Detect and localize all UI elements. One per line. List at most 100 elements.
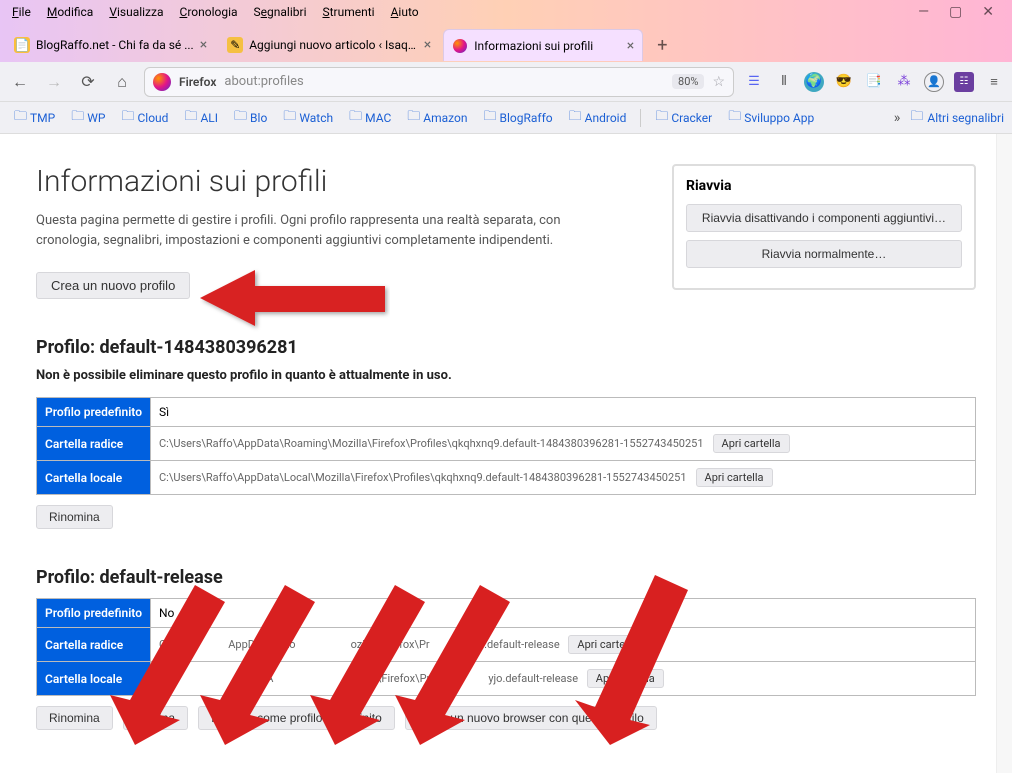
menu-help[interactable]: Aiuto (383, 3, 427, 21)
scrollbar[interactable] (996, 134, 1012, 773)
bookmark-cloud[interactable]: 🗀Cloud (115, 104, 174, 132)
profile-in-use-warning: Non è possibile eliminare questo profilo… (36, 368, 976, 383)
folder-icon: 🗀 (14, 107, 27, 129)
hamburger-menu-icon[interactable]: ≡ (984, 72, 1004, 92)
delete-profile-button[interactable]: Elimina (123, 706, 188, 730)
new-tab-button[interactable]: + (647, 35, 677, 56)
url-bar[interactable]: Firefox about:profiles 80% ☆ (144, 67, 734, 97)
bookmark-mac[interactable]: 🗀MAC (343, 104, 397, 132)
identity-firefox-icon (153, 73, 171, 91)
label-local-dir: Cartella locale (37, 461, 151, 495)
favicon-wp: ✎ (227, 37, 243, 53)
bookmark-blograffo[interactable]: 🗀BlogRaffo (478, 104, 559, 132)
tab-title-1: Aggiungi nuovo articolo ‹ Isaqu... (249, 38, 418, 52)
bookmarks-overflow[interactable]: » (888, 107, 907, 129)
folder-icon: 🗀 (728, 107, 741, 129)
value-local-dir: C:\Users\Raffo\AppData\Local\Mozilla\Fir… (151, 461, 976, 495)
rename-profile-button[interactable]: Rinomina (36, 505, 113, 529)
restart-safe-mode-button[interactable]: Riavvia disattivando i componenti aggiun… (686, 204, 962, 232)
menu-history[interactable]: Cronologia (172, 3, 246, 21)
menu-tools[interactable]: Strumenti (314, 3, 382, 21)
profile-table: Profilo predefinito No Cartella radice C… (36, 598, 976, 696)
rename-profile-button[interactable]: Rinomina (36, 706, 113, 730)
bookmark-ali[interactable]: 🗀ALI (178, 104, 224, 132)
tab-close-icon[interactable]: × (200, 37, 207, 53)
ext-account-icon[interactable]: 👤 (924, 72, 944, 92)
close-window-icon[interactable]: ✕ (982, 4, 994, 20)
ext-avatar-icon[interactable]: 🌍 (804, 72, 824, 92)
menu-bar: File Modifica Visualizza Cronologia Segn… (0, 0, 1012, 24)
value-local-dir: XXXXXXXXXXXXXXo\AXXXXXXXXXXXXXXX\Firefox… (151, 662, 976, 696)
menu-bookmarks[interactable]: Segnalibri (246, 3, 315, 21)
bookmark-sviluppo[interactable]: 🗀Sviluppo App (722, 104, 820, 132)
ext-pocket-icon[interactable]: 📑 (864, 72, 884, 92)
bookmark-amazon[interactable]: 🗀Amazon (401, 104, 473, 132)
set-default-profile-button[interactable]: Imposta come profilo predefinito (198, 706, 395, 730)
label-default-profile: Profilo predefinito (37, 599, 151, 628)
folder-icon: 🗀 (484, 107, 497, 129)
open-root-folder-button[interactable]: Apri cartella (568, 635, 645, 654)
restart-heading: Riavvia (686, 178, 962, 194)
maximize-icon[interactable]: ▢ (949, 4, 962, 20)
folder-icon: 🗀 (655, 107, 668, 129)
value-default-profile: No (151, 599, 976, 628)
page-content: Informazioni sui profili Questa pagina p… (0, 134, 1012, 773)
bookmark-blo[interactable]: 🗀Blo (228, 104, 273, 132)
restart-panel: Riavvia Riavvia disattivando i component… (672, 164, 976, 290)
menu-file[interactable]: File (4, 3, 39, 21)
folder-icon: 🗀 (569, 107, 582, 129)
ext-overflow-icon[interactable]: ☷ (954, 72, 974, 92)
reload-icon[interactable]: ⟳ (76, 70, 100, 94)
profile-heading: Profilo: default-1484380396281 (36, 337, 976, 358)
bookmark-cracker[interactable]: 🗀Cracker (649, 104, 718, 132)
home-icon[interactable]: ⌂ (110, 70, 134, 94)
tab-2-active[interactable]: Informazioni sui profili × (443, 29, 643, 61)
label-root-dir: Cartella radice (37, 628, 151, 662)
bookmark-tmp[interactable]: 🗀TMP (8, 104, 61, 132)
page-description: Questa pagina permette di gestire i prof… (36, 211, 596, 250)
folder-icon: 🗀 (234, 107, 247, 129)
bookmark-watch[interactable]: 🗀Watch (277, 104, 339, 132)
folder-icon: 🗀 (910, 107, 923, 129)
tab-0[interactable]: 📄 BlogRaffo.net - Chi fa da sé ... × (6, 29, 215, 61)
open-root-folder-button[interactable]: Apri cartella (713, 434, 790, 453)
identity-label: Firefox (179, 75, 216, 89)
open-local-folder-button[interactable]: Apri cartella (587, 669, 664, 688)
ext-shield-icon[interactable]: ☰ (744, 72, 764, 92)
menu-edit[interactable]: Modifica (39, 3, 101, 21)
label-root-dir: Cartella radice (37, 427, 151, 461)
folder-icon: 🗀 (121, 107, 134, 129)
zoom-badge[interactable]: 80% (672, 74, 704, 89)
bookmark-android[interactable]: 🗀Android (563, 104, 633, 132)
restart-normal-button[interactable]: Riavvia normalmente… (686, 240, 962, 268)
ext-emoji-icon[interactable]: 😎 (834, 72, 854, 92)
launch-profile-button[interactable]: Avvia un nuovo browser con questo profil… (405, 706, 657, 730)
tab-1[interactable]: ✎ Aggiungi nuovo articolo ‹ Isaqu... × (219, 29, 439, 61)
minimize-icon[interactable]: — (918, 4, 929, 20)
folder-icon: 🗀 (283, 107, 296, 129)
ext-dots-icon[interactable]: ⁂ (894, 72, 914, 92)
open-local-folder-button[interactable]: Apri cartella (696, 468, 773, 487)
value-root-dir: C:\Users\Raffo\AppData\Roaming\Mozilla\F… (151, 427, 976, 461)
folder-icon: 🗀 (71, 107, 84, 129)
tab-strip: 📄 BlogRaffo.net - Chi fa da sé ... × ✎ A… (0, 24, 1012, 62)
folder-icon: 🗀 (407, 107, 420, 129)
back-icon[interactable]: ← (8, 70, 32, 94)
label-local-dir: Cartella locale (37, 662, 151, 696)
ext-reader-icon[interactable]: ⫴ (774, 72, 794, 92)
folder-icon: 🗀 (184, 107, 197, 129)
menu-view[interactable]: Visualizza (101, 3, 171, 21)
bookmark-wp[interactable]: 🗀WP (65, 104, 111, 132)
favicon-blograffo: 📄 (14, 37, 30, 53)
favicon-firefox (452, 38, 468, 54)
bookmark-star-icon[interactable]: ☆ (712, 74, 725, 90)
folder-icon: 🗀 (349, 107, 362, 129)
create-profile-button[interactable]: Crea un nuovo profilo (36, 272, 190, 299)
tab-close-icon[interactable]: × (627, 38, 634, 54)
tab-close-icon[interactable]: × (424, 37, 431, 53)
url-text: about:profiles (224, 74, 303, 89)
profile-section-0: Profilo: default-1484380396281 Non è pos… (36, 337, 976, 529)
forward-icon[interactable]: → (42, 70, 66, 94)
profile-table: Profilo predefinito Sì Cartella radice C… (36, 397, 976, 495)
other-bookmarks[interactable]: 🗀Altri segnalibri (910, 107, 1004, 129)
